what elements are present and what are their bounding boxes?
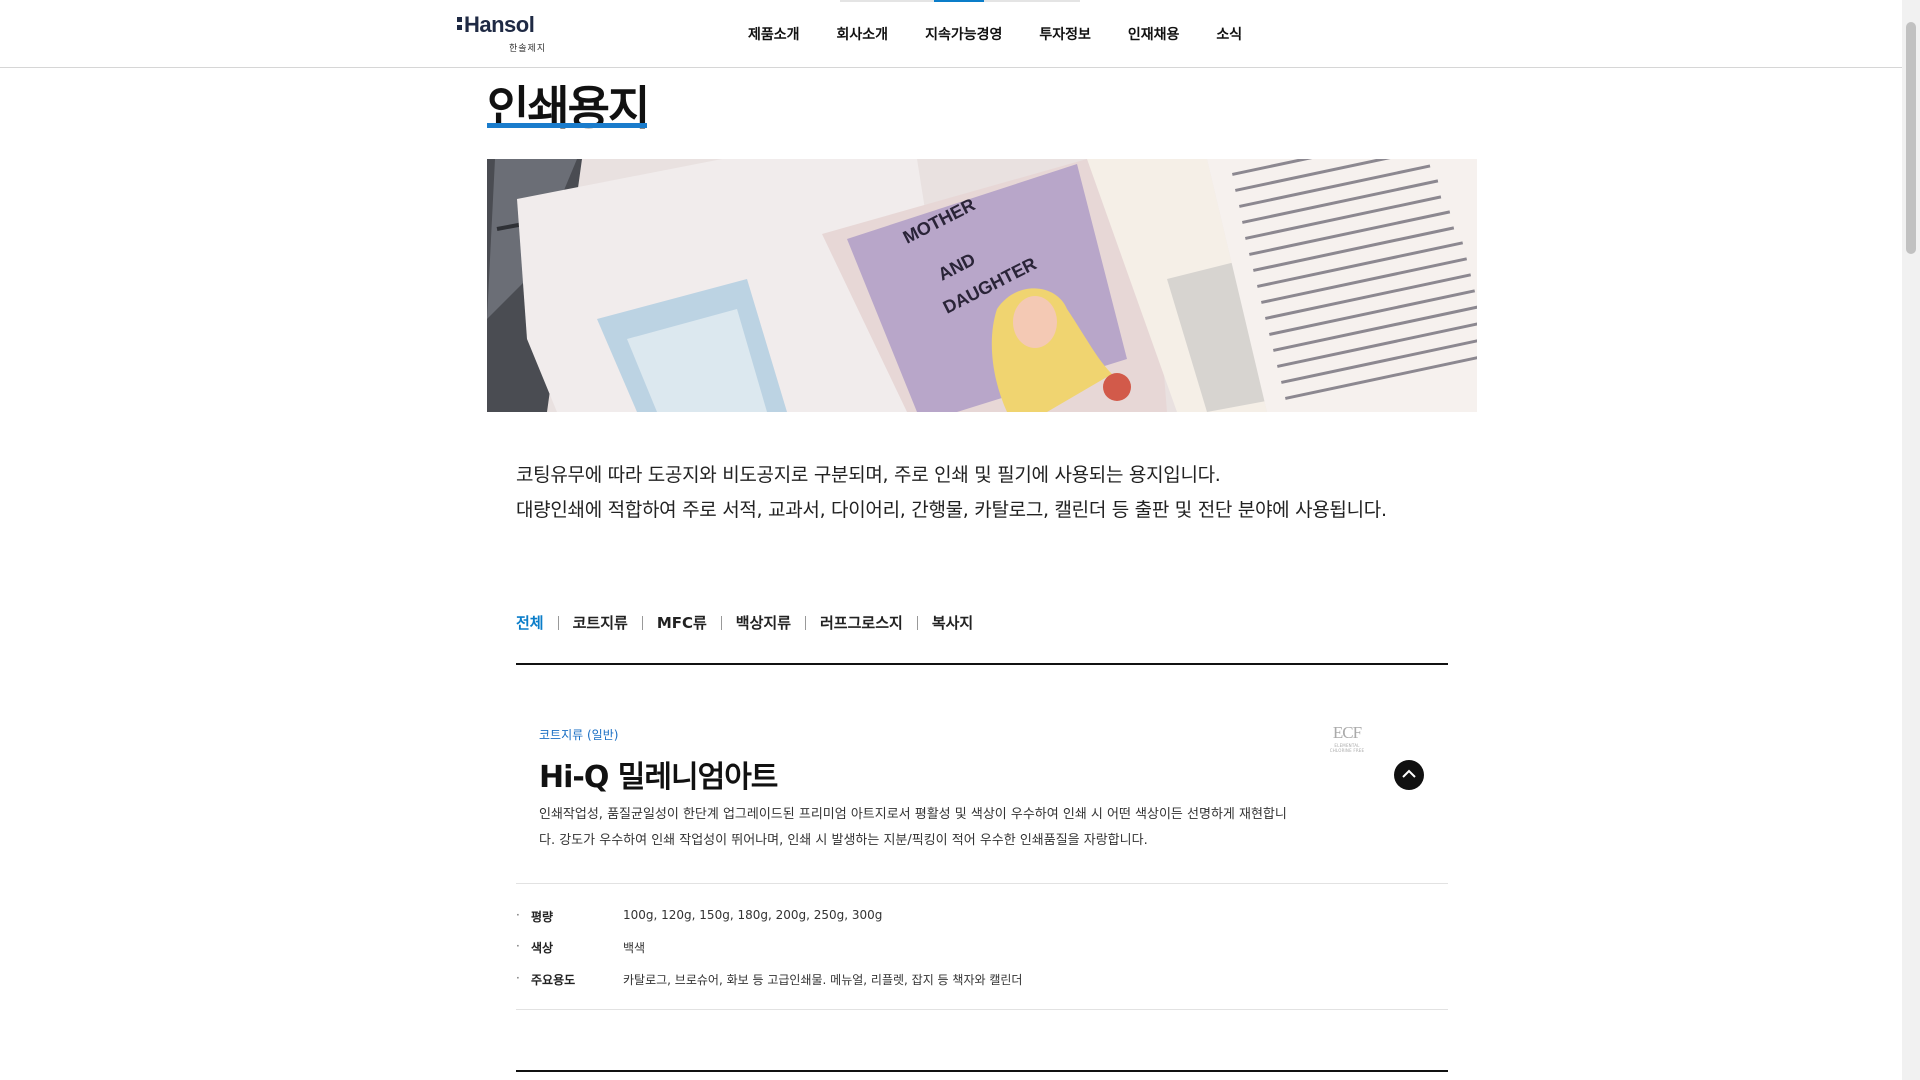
product-name: Hi-Q 밀레니엄아트 [539,760,778,795]
tab-separator [557,615,559,630]
logo-subtitle: 한솔제지 [509,44,547,54]
ecf-badge-subtext-2: CHLORINE FREE [1329,748,1365,753]
chevron-up-icon [1402,769,1416,778]
product-description-line-2: 다. 강도가 우수하여 인쇄 작업성이 뛰어나며, 인쇄 시 발생하는 지분/픽… [539,833,1148,848]
tab-woodfree[interactable]: 백상지류 [736,612,791,633]
specs-divider-bottom [516,1009,1448,1010]
main-nav: 제품소개 회사소개 지속가능경영 투자정보 인재채용 소식 [748,24,1279,44]
tab-copy-paper[interactable]: 복사지 [932,612,973,633]
tab-separator [720,615,722,630]
description-line-1: 코팅유무에 따라 도공지와 비도공지로 구분되며, 주로 인쇄 및 필기에 사용… [516,464,1221,486]
nav-item-company[interactable]: 회사소개 [837,24,889,44]
spec-label: 색상 [531,941,554,955]
ecf-badge-icon: ECF ELEMENTAL CHLORINE FREE [1325,723,1369,759]
nav-item-investors[interactable]: 투자정보 [1039,24,1091,44]
collapse-toggle-button[interactable] [1394,760,1424,790]
description-line-2: 대량인쇄에 적합하여 주로 서적, 교과서, 다이어리, 간행물, 카탈로그, … [516,499,1387,521]
tab-separator [916,615,918,630]
nav-item-careers[interactable]: 인재채용 [1128,24,1180,44]
scrollbar-thumb[interactable] [1906,22,1916,254]
tabs-divider [516,663,1448,665]
spec-value: 카탈로그, 브로슈어, 화보 등 고급인쇄물. 메뉴얼, 리플렛, 잡지 등 책… [623,973,1023,987]
banner-illustration: MOTHER AND DAUGHTER [487,159,1477,412]
product-description: 인쇄작업성, 품질균일성이 한단계 업그레이드된 프리미엄 아트지로서 평활성 … [539,802,1289,854]
spec-value: 100g, 120g, 150g, 180g, 200g, 250g, 300g [623,908,883,922]
category-banner-image: MOTHER AND DAUGHTER [487,159,1477,412]
site-header: Hansol 한솔제지 제품소개 회사소개 지속가능경영 투자정보 인재채용 소… [0,0,1902,68]
tab-separator [805,615,806,630]
spec-bullet: · [516,908,520,922]
spec-value: 백색 [623,941,646,955]
spec-row-usage: · 주요용도 카탈로그, 브로슈어, 화보 등 고급인쇄물. 메뉴얼, 리플렛,… [516,971,1022,988]
spec-row-color: · 색상 백색 [516,939,645,956]
spec-bullet: · [516,939,520,953]
tab-mfc[interactable]: MFC류 [657,612,707,633]
logo-text: Hansol [464,12,535,37]
tab-rough-gloss[interactable]: 러프그로스지 [820,612,903,633]
logo-mark-icon [457,17,462,34]
tab-all[interactable]: 전체 [516,612,544,633]
page-scrollbar[interactable] [1902,0,1920,1080]
next-product-divider [516,1070,1448,1072]
nav-item-news[interactable]: 소식 [1216,24,1242,44]
tab-separator [641,615,643,630]
product-filter-tabs: 전체 코트지류 MFC류 백상지류 러프그로스지 복사지 [516,612,973,633]
specs-divider-top [516,883,1448,884]
product-description-line-1: 인쇄작업성, 품질균일성이 한단계 업그레이드된 프리미엄 아트지로서 평활성 … [539,807,1287,822]
nav-active-indicator [934,0,984,2]
nav-item-sustainability[interactable]: 지속가능경영 [925,24,1002,44]
ecf-badge-text: ECF [1332,723,1362,742]
spec-label: 주요용도 [531,973,576,987]
hansol-logo[interactable]: Hansol 한솔제지 [457,12,547,54]
page-title: 인쇄용지 [487,81,650,135]
tab-coated[interactable]: 코트지류 [573,612,628,633]
product-category: 코트지류 (일반) [539,728,619,742]
spec-label: 평량 [531,910,554,924]
title-underline [487,123,647,128]
nav-item-products[interactable]: 제품소개 [748,24,800,44]
spec-bullet: · [516,971,520,985]
category-description: 코팅유무에 따라 도공지와 비도공지로 구분되며, 주로 인쇄 및 필기에 사용… [516,458,1387,528]
spec-row-weight: · 평량 100g, 120g, 150g, 180g, 200g, 250g,… [516,908,882,925]
